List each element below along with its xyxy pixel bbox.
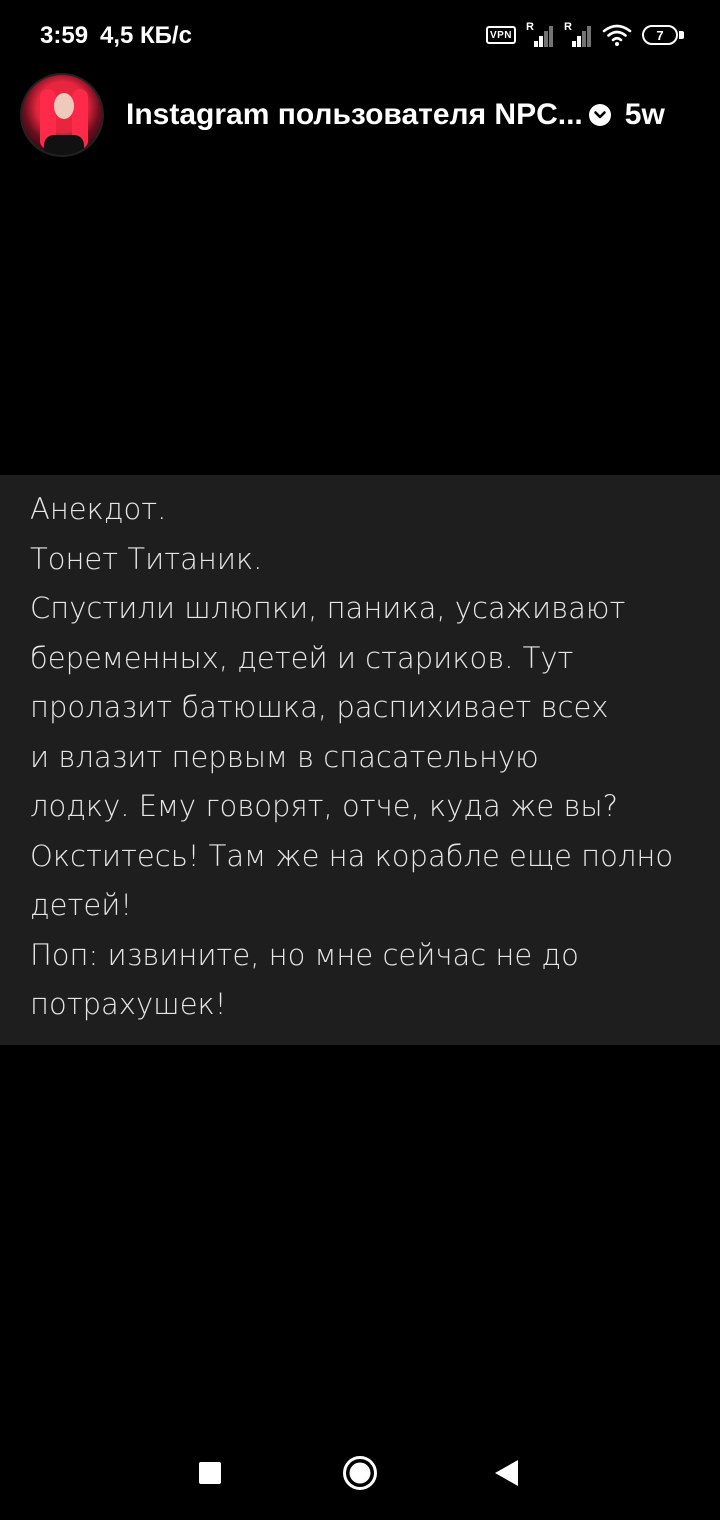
story-username[interactable]: Instagram пользователя NPC...	[126, 98, 583, 132]
vpn-icon: VPN	[486, 26, 516, 44]
square-recents-icon[interactable]	[199, 1462, 221, 1484]
avatar[interactable]	[20, 73, 104, 157]
story-timestamp: 5w	[624, 98, 665, 131]
battery-icon: 7	[642, 25, 684, 45]
signal-sim1-icon: R	[526, 21, 554, 47]
circle-home-icon[interactable]	[342, 1455, 378, 1491]
status-icons: VPN R R 7	[486, 20, 684, 50]
signal-sim2-icon: R	[564, 21, 592, 47]
story-line: детей!	[30, 888, 132, 922]
status-time: 3:59	[40, 22, 89, 49]
story-line: Окститесь! Там же на корабле еще полно	[30, 838, 674, 873]
verified-badge-icon	[588, 104, 611, 126]
story-image[interactable]: Анекдот. Тонет Титаник. Спустили шлюпки,…	[0, 475, 720, 1045]
story-line: Тонет Титаник.	[30, 541, 263, 576]
roaming-label: R	[564, 21, 572, 33]
network-speed: 4,5 КБ/с	[100, 22, 192, 49]
triangle-back-icon[interactable]	[492, 1458, 520, 1488]
story-header: Instagram пользователя NPC... 5w	[20, 72, 700, 158]
story-line: Спустили шлюпки, паника, усаживают	[30, 591, 626, 625]
roaming-label: R	[526, 21, 534, 33]
story-line: пролазит батюшка, распихивает всех	[30, 690, 609, 724]
story-line: Анекдот.	[30, 492, 167, 526]
story-line: беременных, детей и стариков. Тут	[30, 640, 574, 675]
story-line: потрахушек!	[30, 987, 227, 1021]
story-line: лодку. Ему говорят, отче, куда же вы?	[30, 789, 619, 823]
story-line: Поп: извините, но мне сейчас не до	[30, 937, 579, 972]
wifi-icon	[602, 24, 632, 46]
story-text: Анекдот. Тонет Титаник. Спустили шлюпки,…	[30, 485, 700, 1030]
vpn-label: VPN	[489, 29, 513, 41]
navigation-bar	[0, 1430, 720, 1520]
status-bar: 3:59 4,5 КБ/с VPN R R 7	[0, 0, 720, 70]
story-line: и влазит первым в спасательную	[30, 739, 539, 774]
battery-level: 7	[656, 27, 664, 43]
